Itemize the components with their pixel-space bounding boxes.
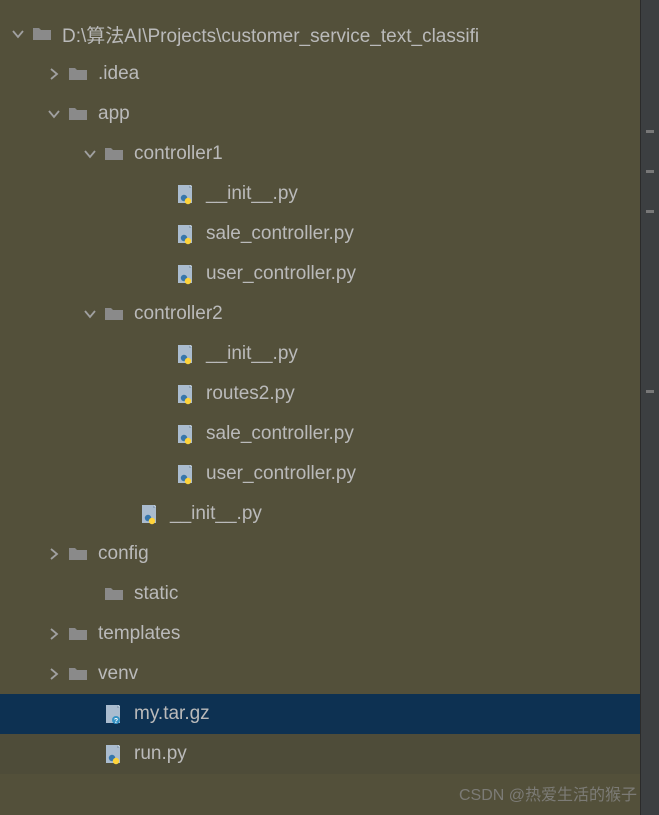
chevron-placeholder	[78, 702, 102, 726]
tree-item-label: sale_controller.py	[206, 223, 354, 245]
tree-item[interactable]: templates	[0, 614, 640, 654]
folder-icon	[102, 582, 126, 606]
watermark: CSDN @热爱生活的猴子	[459, 781, 637, 805]
chevron-placeholder	[114, 502, 138, 526]
chevron-down-icon[interactable]	[6, 22, 30, 46]
archive-file-icon	[102, 702, 126, 726]
chevron-right-icon[interactable]	[42, 542, 66, 566]
tree-item-label: config	[98, 543, 149, 565]
tree-item-label: user_controller.py	[206, 463, 356, 485]
tree-item[interactable]: config	[0, 534, 640, 574]
chevron-right-icon[interactable]	[42, 662, 66, 686]
chevron-down-icon[interactable]	[78, 142, 102, 166]
python-file-icon	[174, 462, 198, 486]
tree-root-label: D:\算法AI\Projects\customer_service_text_c…	[62, 21, 479, 48]
folder-icon	[66, 102, 90, 126]
tree-item[interactable]: routes2.py	[0, 374, 640, 414]
tree-item-label: my.tar.gz	[134, 703, 210, 725]
tree-item[interactable]: __init__.py	[0, 334, 640, 374]
tree-item[interactable]: controller1	[0, 134, 640, 174]
folder-icon	[66, 662, 90, 686]
tree-item[interactable]: venv	[0, 654, 640, 694]
tree-item-label: app	[98, 103, 130, 125]
tree-item-label: user_controller.py	[206, 263, 356, 285]
tree-item[interactable]: controller2	[0, 294, 640, 334]
chevron-placeholder	[150, 422, 174, 446]
tree-item[interactable]: sale_controller.py	[0, 214, 640, 254]
chevron-placeholder	[150, 262, 174, 286]
chevron-placeholder	[78, 742, 102, 766]
tree-root[interactable]: D:\算法AI\Projects\customer_service_text_c…	[0, 14, 640, 54]
folder-icon	[102, 142, 126, 166]
python-file-icon	[174, 342, 198, 366]
tree-item[interactable]: app	[0, 94, 640, 134]
folder-icon	[102, 302, 126, 326]
tree-item[interactable]: static	[0, 574, 640, 614]
tree-item-label: routes2.py	[206, 383, 295, 405]
chevron-placeholder	[150, 342, 174, 366]
chevron-placeholder	[150, 382, 174, 406]
chevron-down-icon[interactable]	[42, 102, 66, 126]
python-file-icon	[174, 382, 198, 406]
chevron-placeholder	[150, 182, 174, 206]
tree-item-label: templates	[98, 623, 180, 645]
folder-icon	[66, 622, 90, 646]
project-tree: D:\算法AI\Projects\customer_service_text_c…	[0, 0, 640, 815]
python-file-icon	[138, 502, 162, 526]
folder-icon	[66, 542, 90, 566]
chevron-placeholder	[150, 462, 174, 486]
tree-item[interactable]: __init__.py	[0, 174, 640, 214]
editor-gutter	[640, 0, 659, 815]
tree-item[interactable]: .idea	[0, 54, 640, 94]
tree-item[interactable]: user_controller.py	[0, 254, 640, 294]
tree-item-label: venv	[98, 663, 138, 685]
chevron-placeholder	[150, 222, 174, 246]
python-file-icon	[174, 422, 198, 446]
chevron-down-icon[interactable]	[78, 302, 102, 326]
tree-item-label: __init__.py	[206, 183, 298, 205]
tree-item-label: static	[134, 583, 178, 605]
tree-item-label: controller1	[134, 143, 223, 165]
python-file-icon	[102, 742, 126, 766]
tree-item-label: .idea	[98, 63, 139, 85]
chevron-placeholder	[78, 582, 102, 606]
tree-item[interactable]: run.py	[0, 734, 640, 774]
tree-item-label: __init__.py	[170, 503, 262, 525]
tree-item-label: run.py	[134, 743, 187, 765]
tree-item[interactable]: my.tar.gz	[0, 694, 659, 734]
folder-icon	[66, 62, 90, 86]
tree-item[interactable]: user_controller.py	[0, 454, 640, 494]
tree-item[interactable]: __init__.py	[0, 494, 640, 534]
tree-item-label: __init__.py	[206, 343, 298, 365]
tree-item[interactable]: sale_controller.py	[0, 414, 640, 454]
python-file-icon	[174, 262, 198, 286]
chevron-right-icon[interactable]	[42, 622, 66, 646]
chevron-right-icon[interactable]	[42, 62, 66, 86]
python-file-icon	[174, 222, 198, 246]
python-file-icon	[174, 182, 198, 206]
tree-item-label: sale_controller.py	[206, 423, 354, 445]
folder-icon	[30, 22, 54, 46]
tree-item-label: controller2	[134, 303, 223, 325]
